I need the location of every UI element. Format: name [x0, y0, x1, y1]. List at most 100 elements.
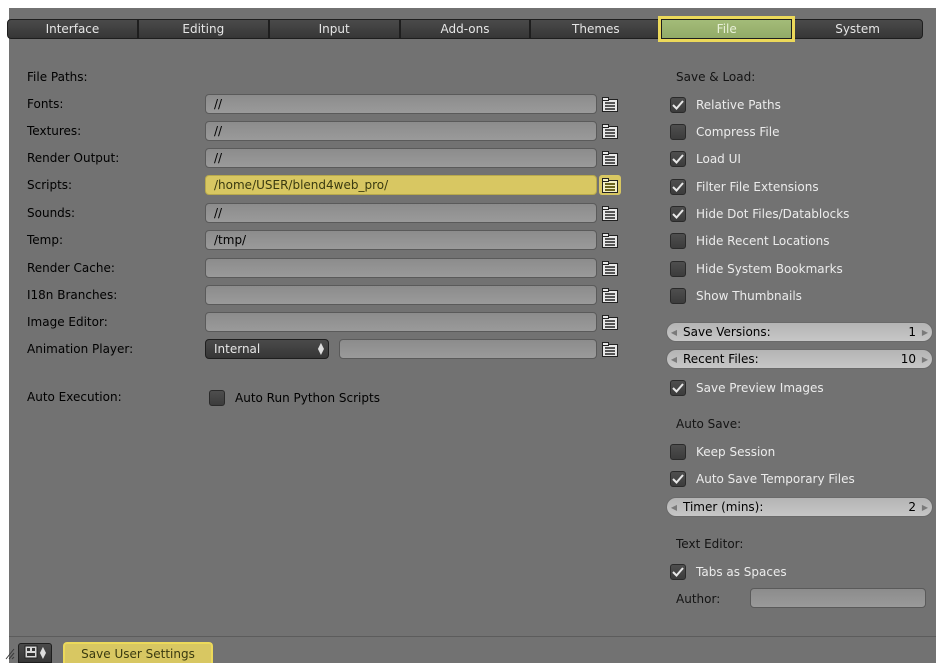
fonts-path-field[interactable]: //	[205, 94, 597, 114]
tab-input[interactable]: Input	[268, 19, 400, 39]
checkmark-icon	[670, 471, 686, 487]
sounds-path-field[interactable]: //	[205, 203, 597, 223]
render-output-path-field[interactable]: //	[205, 148, 597, 168]
filter-file-extensions-checkbox[interactable]: Filter File Extensions	[670, 179, 819, 195]
save-user-settings-button[interactable]: Save User Settings	[63, 642, 213, 663]
textures-label: Textures:	[27, 124, 82, 138]
render-cache-browse-button[interactable]	[599, 258, 621, 278]
textures-path-field[interactable]: //	[205, 121, 597, 141]
tabs-as-spaces-checkbox[interactable]: Tabs as Spaces	[670, 564, 787, 580]
checkbox-box	[209, 390, 225, 406]
image-editor-path-field[interactable]	[205, 312, 597, 332]
editor-type-selector[interactable]: ▲ ▼	[18, 643, 52, 663]
render-cache-path-field[interactable]	[205, 258, 597, 278]
temp-label: Temp:	[27, 233, 64, 247]
hide-recent-locations-label: Hide Recent Locations	[696, 234, 830, 248]
image-editor-label: Image Editor:	[27, 315, 108, 329]
checkmark-icon	[670, 151, 686, 167]
load-ui-checkbox[interactable]: Load UI	[670, 151, 741, 167]
image-editor-browse-button[interactable]	[599, 312, 621, 332]
compress-file-label: Compress File	[696, 125, 780, 139]
sounds-browse-button[interactable]	[599, 203, 621, 223]
checkbox-box	[670, 124, 686, 140]
folder-icon	[602, 205, 618, 221]
auto-save-temp-label: Auto Save Temporary Files	[696, 472, 855, 486]
folder-icon	[602, 232, 618, 248]
save-preview-images-checkbox[interactable]: Save Preview Images	[670, 380, 824, 396]
increment-arrow-icon[interactable]: ▶	[918, 503, 932, 512]
decrement-arrow-icon[interactable]: ◀	[667, 355, 681, 364]
keep-session-label: Keep Session	[696, 445, 776, 459]
timer-slider[interactable]: ◀ Timer (mins): 2 ▶	[666, 497, 933, 517]
compress-file-checkbox[interactable]: Compress File	[670, 124, 779, 140]
checkbox-box	[670, 233, 686, 249]
tab-themes[interactable]: Themes	[530, 19, 662, 39]
temp-path-field[interactable]: /tmp/	[205, 230, 597, 250]
folder-icon	[602, 260, 618, 276]
auto-save-temp-checkbox[interactable]: Auto Save Temporary Files	[670, 471, 855, 487]
author-field[interactable]	[750, 588, 926, 608]
checkmark-icon	[670, 564, 686, 580]
tab-file[interactable]: File	[658, 16, 796, 42]
scripts-browse-button[interactable]	[599, 175, 621, 195]
animation-player-path-field[interactable]	[339, 339, 597, 359]
tab-editing[interactable]: Editing	[137, 19, 269, 39]
hide-system-bookmarks-checkbox[interactable]: Hide System Bookmarks	[670, 261, 843, 277]
i18n-branches-browse-button[interactable]	[599, 285, 621, 305]
text-editor-heading: Text Editor:	[676, 537, 744, 551]
folder-icon	[602, 123, 618, 139]
textures-browse-button[interactable]	[599, 121, 621, 141]
folder-icon	[602, 314, 618, 330]
animation-player-preset-label: Internal	[214, 342, 261, 356]
save-load-heading: Save & Load:	[676, 70, 756, 84]
fonts-browse-button[interactable]	[599, 94, 621, 114]
save-versions-label: Save Versions:	[683, 325, 771, 339]
animation-player-browse-button[interactable]	[599, 339, 621, 359]
decrement-arrow-icon[interactable]: ◀	[667, 328, 681, 337]
increment-arrow-icon[interactable]: ▶	[918, 328, 932, 337]
render-output-label: Render Output:	[27, 151, 120, 165]
scripts-path-field[interactable]: /home/USER/blend4web_pro/	[205, 175, 597, 195]
updown-arrows-icon: ▲ ▼	[39, 645, 47, 660]
i18n-branches-path-field[interactable]	[205, 285, 597, 305]
animation-player-preset-dropdown[interactable]: Internal ▲ ▼	[205, 339, 329, 359]
show-thumbnails-label: Show Thumbnails	[696, 289, 802, 303]
hide-dot-files-label: Hide Dot Files/Datablocks	[696, 207, 850, 221]
area-split-grip-icon[interactable]	[5, 648, 15, 660]
i18n-branches-label: I18n Branches:	[27, 288, 118, 302]
fonts-label: Fonts:	[27, 97, 64, 111]
updown-arrows-icon: ▲ ▼	[317, 341, 325, 356]
hide-dot-files-checkbox[interactable]: Hide Dot Files/Datablocks	[670, 206, 849, 222]
keep-session-checkbox[interactable]: Keep Session	[670, 444, 775, 460]
checkbox-box	[670, 288, 686, 304]
tab-add-ons[interactable]: Add-ons	[399, 19, 531, 39]
hide-system-bookmarks-label: Hide System Bookmarks	[696, 262, 843, 276]
render-output-browse-button[interactable]	[599, 148, 621, 168]
folder-icon	[602, 150, 618, 166]
temp-browse-button[interactable]	[599, 230, 621, 250]
auto-save-heading: Auto Save:	[676, 417, 742, 431]
checkmark-icon	[670, 206, 686, 222]
increment-arrow-icon[interactable]: ▶	[918, 355, 932, 364]
show-thumbnails-checkbox[interactable]: Show Thumbnails	[670, 288, 802, 304]
tab-interface[interactable]: Interface	[7, 19, 138, 39]
folder-icon	[602, 177, 618, 193]
author-label: Author:	[676, 592, 721, 606]
folder-icon	[602, 341, 618, 357]
tab-system[interactable]: System	[792, 19, 924, 39]
auto-run-python-checkbox[interactable]: Auto Run Python Scripts	[209, 390, 380, 406]
recent-files-slider[interactable]: ◀ Recent Files: 10 ▶	[666, 349, 933, 369]
recent-files-label: Recent Files:	[683, 352, 759, 366]
save-versions-slider[interactable]: ◀ Save Versions: 1 ▶	[666, 322, 933, 342]
file-paths-heading: File Paths:	[27, 70, 88, 84]
filter-file-extensions-label: Filter File Extensions	[696, 180, 819, 194]
preferences-editor-icon	[24, 645, 38, 661]
hide-recent-locations-checkbox[interactable]: Hide Recent Locations	[670, 233, 829, 249]
render-cache-label: Render Cache:	[27, 261, 115, 275]
checkmark-icon	[670, 97, 686, 113]
folder-icon	[602, 96, 618, 112]
relative-paths-checkbox[interactable]: Relative Paths	[670, 97, 781, 113]
decrement-arrow-icon[interactable]: ◀	[667, 503, 681, 512]
folder-icon	[602, 287, 618, 303]
relative-paths-label: Relative Paths	[696, 98, 781, 112]
